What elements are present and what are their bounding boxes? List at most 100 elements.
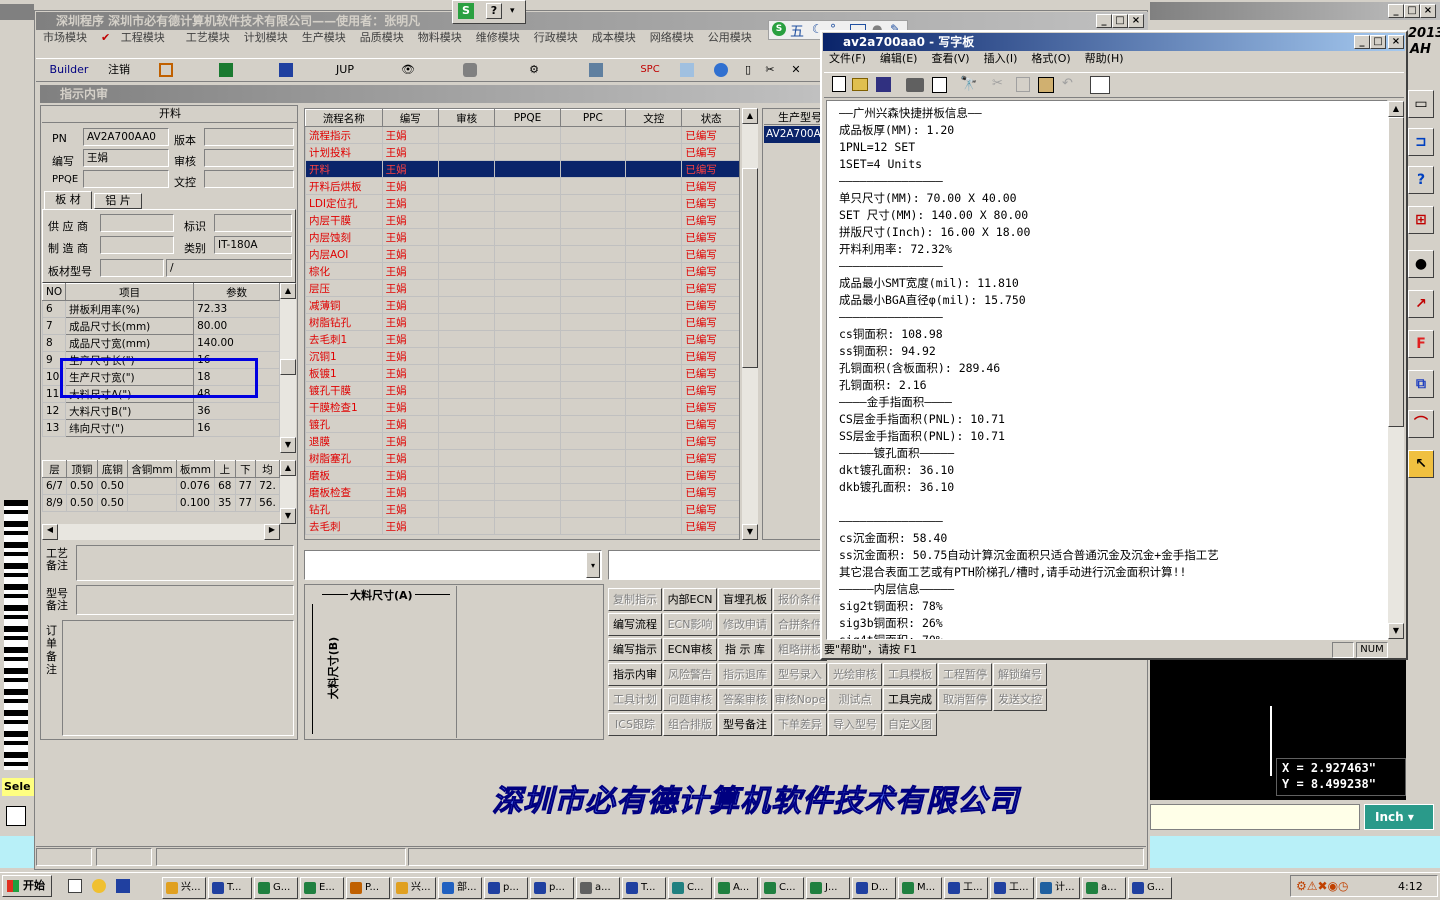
taskbar-item[interactable]: 兴...	[392, 877, 436, 899]
main-close-button[interactable]: ×	[1128, 14, 1144, 28]
flow-row[interactable]: 内层AOI 王娟 已编写	[305, 245, 739, 263]
flow-row[interactable]: 磨板 王娟 已编写	[305, 466, 739, 484]
toolbar-eye-icon[interactable]: 👁	[398, 60, 418, 80]
menu-market[interactable]: 市场模块	[36, 29, 94, 47]
flow-row[interactable]: 退膜 王娟 已编写	[305, 432, 739, 450]
taskbar-item[interactable]: C...	[760, 877, 804, 899]
taskbar-item[interactable]: G...	[1128, 877, 1172, 899]
cad-minimize-button[interactable]: _	[1388, 4, 1404, 18]
start-button[interactable]: 开始	[2, 875, 52, 897]
bg-app-sel[interactable]: Sele	[2, 778, 34, 796]
command-button[interactable]: 发送文控	[993, 688, 1047, 711]
layer-hscroll[interactable]: ◀ ▶	[42, 524, 280, 540]
taskbar-item[interactable]: J...	[806, 877, 850, 899]
menu-network[interactable]: 网络模块	[643, 29, 701, 47]
flow-row[interactable]: 开料 王娟 已编写	[305, 160, 739, 178]
menu-cost[interactable]: 成本模块	[585, 29, 643, 47]
taskbar-item[interactable]: 兴...	[162, 877, 206, 899]
wp-preview-icon[interactable]	[932, 77, 947, 93]
flow-row[interactable]: 镀孔干膜 王娟 已编写	[305, 381, 739, 399]
quicklaunch-app-icon[interactable]	[116, 879, 130, 893]
menu-process[interactable]: 工艺模块	[179, 29, 237, 47]
toolbar-excel-icon[interactable]	[216, 60, 236, 80]
taskbar-item[interactable]: a...	[1082, 877, 1126, 899]
toolbar-printer-icon[interactable]	[586, 60, 606, 80]
toolbar-cut-icon[interactable]: ✂	[762, 60, 778, 80]
flow-row[interactable]: LDI定位孔 王娟 已编写	[305, 194, 739, 212]
ppqe-field[interactable]	[83, 170, 169, 188]
wp-new-icon[interactable]	[832, 76, 846, 92]
flow-row[interactable]: 内层蚀刻 王娟 已编写	[305, 228, 739, 246]
flow-row[interactable]: 沉铜1 王娟 已编写	[305, 347, 739, 365]
writer-field[interactable]: 王娟	[83, 149, 169, 167]
wordpad-menu-file[interactable]: 文件(F)	[822, 50, 873, 68]
layer-row[interactable]: 6/7 0.50 0.50 0.076 68 77 72.	[42, 477, 280, 495]
flow-row[interactable]: 减薄铜 王娟 已编写	[305, 296, 739, 314]
command-button[interactable]: 导入型号	[828, 713, 882, 736]
toolbar-page-icon[interactable]: ▯	[740, 60, 756, 80]
wp-datetime-icon[interactable]	[1090, 76, 1110, 94]
toolbar-globe-icon[interactable]	[712, 60, 730, 80]
taskbar-item[interactable]: D...	[852, 877, 896, 899]
command-button[interactable]: 指 示 库	[718, 638, 772, 661]
version-field[interactable]	[204, 128, 294, 146]
param-row[interactable]: 13 纬向尺寸(") 16	[42, 419, 280, 437]
ime-s-icon[interactable]: S	[772, 22, 786, 36]
command-button[interactable]: 工具模板	[883, 663, 937, 686]
flow-select-1[interactable]: ▾	[304, 550, 602, 580]
taskbar-item[interactable]: M...	[898, 877, 942, 899]
cad-tool-cursor-icon[interactable]: ↖	[1408, 450, 1434, 478]
cad-close-button[interactable]: ×	[1420, 4, 1436, 18]
taskbar-item[interactable]: C...	[668, 877, 712, 899]
toolbar-doc-icon[interactable]	[678, 60, 696, 80]
taskbar-item[interactable]: P...	[346, 877, 390, 899]
cad-tool-pad-icon[interactable]: ●	[1408, 250, 1434, 278]
supplier-field[interactable]	[100, 214, 174, 232]
wp-undo-icon[interactable]: ↶	[1062, 76, 1073, 91]
command-button[interactable]: 复制指示	[608, 588, 662, 611]
toolbar-frame-icon[interactable]	[156, 60, 176, 80]
wordpad-minimize-button[interactable]: _	[1354, 35, 1370, 49]
flow-row[interactable]: 树脂塞孔 王娟 已编写	[305, 449, 739, 467]
menu-admin[interactable]: 行政模块	[527, 29, 585, 47]
float-s-icon[interactable]: S	[458, 3, 474, 19]
flow-row[interactable]: 板镀1 王娟 已编写	[305, 364, 739, 382]
command-button[interactable]: 工具计划	[608, 688, 662, 711]
flow-row[interactable]: 流程指示 王娟 已编写	[305, 126, 739, 144]
tray-icons[interactable]: ⚙⚠✖◉◷	[1296, 879, 1349, 893]
menu-production[interactable]: 生产模块	[295, 29, 353, 47]
flow-header[interactable]: PPQE	[494, 109, 561, 127]
toolbar-database-icon[interactable]	[460, 60, 480, 80]
wordpad-menu-format[interactable]: 格式(O)	[1024, 50, 1077, 68]
command-button[interactable]: 组合排版	[663, 713, 717, 736]
wordpad-scrollbar[interactable]: ▲ ▼	[1388, 101, 1404, 639]
wordpad-close-button[interactable]: ×	[1388, 35, 1404, 49]
quicklaunch-clock-icon[interactable]	[92, 879, 106, 893]
flow-row[interactable]: 去毛刺 王娟 已编写	[305, 517, 739, 535]
wp-print-icon[interactable]	[906, 78, 924, 92]
mark-field[interactable]	[214, 214, 292, 232]
flow-header[interactable]: PPC	[559, 109, 627, 127]
cad-tool-grid-icon[interactable]: ▭	[1408, 90, 1434, 118]
menu-common[interactable]: 公用模块	[701, 29, 759, 47]
command-button[interactable]: 编写指示	[608, 638, 662, 661]
taskbar-item[interactable]: p...	[484, 877, 528, 899]
review-field[interactable]	[204, 149, 294, 167]
flow-header[interactable]: 状态	[681, 109, 739, 127]
wp-open-icon[interactable]	[852, 78, 868, 91]
command-button[interactable]: 解锁编号	[993, 663, 1047, 686]
flow-row[interactable]: 干膜检查1 王娟 已编写	[305, 398, 739, 416]
logout-button[interactable]: 注销	[102, 60, 136, 80]
param-row[interactable]: 7 成品尺寸长(mm) 80.00	[42, 317, 280, 335]
main-minimize-button[interactable]: _	[1096, 14, 1112, 28]
taskbar-item[interactable]: 部...	[438, 877, 482, 899]
pn-field[interactable]: AV2A700AA0	[83, 128, 169, 146]
layer-scrollbar[interactable]: ▲ ▼	[280, 460, 296, 524]
cad-unit-select[interactable]: Inch ▾	[1364, 804, 1434, 830]
toolbar-close-icon[interactable]: ✕	[788, 60, 804, 80]
command-button[interactable]: 编写流程	[608, 613, 662, 636]
wordpad-menu-view[interactable]: 查看(V)	[924, 50, 976, 68]
builder-button[interactable]: Builder	[40, 60, 98, 80]
flow-row[interactable]: 镀孔 王娟 已编写	[305, 415, 739, 433]
ime-mode[interactable]: 五	[790, 21, 804, 41]
